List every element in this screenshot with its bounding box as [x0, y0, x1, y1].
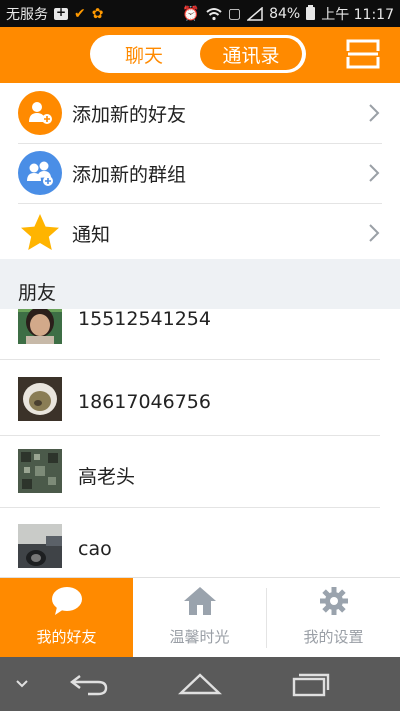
home-nav-icon[interactable]: [178, 670, 222, 698]
check-icon: ✔: [74, 5, 86, 22]
section-title: 朋友: [18, 282, 57, 304]
scan-frame-icon[interactable]: [346, 38, 380, 70]
tab-my-settings[interactable]: 我的设置: [267, 578, 400, 658]
add-friend-label: 添加新的好友: [72, 103, 187, 126]
section-header: 朋友: [0, 259, 400, 309]
tab-chat[interactable]: 聊天: [94, 38, 194, 70]
divider: [0, 359, 380, 360]
signal-icon: [247, 6, 263, 21]
app-header: 聊天 通讯录: [0, 27, 400, 83]
gear-icon: [319, 587, 348, 615]
friend-row[interactable]: 15512541254: [0, 309, 400, 367]
back-icon[interactable]: [68, 670, 110, 698]
avatar: [18, 524, 62, 568]
tab-label: 温馨时光: [169, 628, 230, 646]
friend-name: cao: [78, 538, 112, 560]
tab-my-friends[interactable]: 我的好友: [0, 578, 133, 658]
friend-row[interactable]: cao: [0, 507, 400, 577]
avatar: [18, 449, 62, 493]
chevron-right-icon: [369, 104, 380, 122]
friend-name: 高老头: [78, 466, 136, 488]
system-nav-bar: [0, 657, 400, 711]
tab-contacts[interactable]: 通讯录: [200, 38, 302, 70]
add-group-label: 添加新的群组: [72, 163, 187, 186]
clock: 上午 11:17: [321, 6, 394, 23]
bottom-tab-bar: 我的好友 温馨时光 我的设置: [0, 577, 400, 658]
friend-list: 15512541254 18617046756 高老头 cao: [0, 309, 400, 577]
friend-name: 18617046756: [78, 391, 211, 413]
tab-label: 我的好友: [36, 628, 97, 646]
segment-control: 聊天 通讯录: [90, 35, 306, 73]
notification-row[interactable]: 通知: [0, 203, 400, 263]
notification-label: 通知: [72, 223, 111, 246]
uc-browser-icon: ✿: [91, 5, 104, 22]
add-group-row[interactable]: 添加新的群组: [0, 143, 400, 203]
tab-warm-time[interactable]: 温馨时光: [133, 578, 266, 658]
friend-name: 15512541254: [78, 309, 211, 330]
add-group-icon: [18, 151, 62, 195]
sim-icon: ▢: [227, 5, 242, 22]
chevron-down-icon[interactable]: [14, 678, 30, 690]
tab-label: 我的设置: [303, 628, 364, 646]
carrier-text: 无服务: [6, 6, 48, 23]
friend-row[interactable]: 18617046756: [0, 365, 400, 437]
home-icon: [183, 587, 216, 615]
chat-bubble-icon: [51, 587, 82, 615]
battery-percent: 84%: [269, 5, 301, 22]
add-friend-icon: [18, 91, 62, 135]
notification-icon: [54, 5, 68, 20]
status-bar: 无服务 ✔ ✿ ⏰ ▢ 84% 上午 11:17: [0, 0, 400, 27]
action-list: 添加新的好友 添加新的群组 通知: [0, 83, 400, 263]
friend-row[interactable]: 高老头: [0, 435, 400, 508]
chevron-right-icon: [369, 224, 380, 242]
alarm-icon: ⏰: [182, 5, 200, 22]
avatar: [18, 377, 62, 421]
add-friend-row[interactable]: 添加新的好友: [0, 83, 400, 143]
chevron-right-icon: [369, 164, 380, 182]
recent-apps-icon[interactable]: [290, 670, 332, 698]
star-icon: [21, 214, 59, 250]
battery-icon: [306, 5, 316, 20]
avatar: [18, 309, 62, 344]
wifi-icon: [206, 7, 222, 20]
